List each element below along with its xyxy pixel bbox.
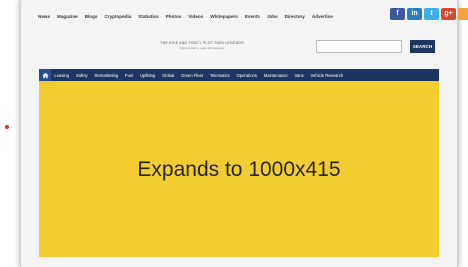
main-nav-item[interactable]: Telematics [207, 73, 234, 78]
facebook-icon[interactable]: f [390, 8, 405, 20]
top-nav-link[interactable]: Blogs [85, 14, 98, 19]
top-nav-link[interactable]: Directory [285, 14, 305, 19]
ad-banner-text: Expands to 1000x415 [137, 158, 341, 181]
main-nav-item[interactable]: Vans [291, 73, 307, 78]
top-nav-link[interactable]: Magazine [57, 14, 78, 19]
top-nav-link[interactable]: Advertise [312, 14, 333, 19]
main-nav-item[interactable]: Vehicle Research [307, 73, 346, 78]
top-nav-link[interactable]: News [38, 14, 50, 19]
linkedin-icon[interactable]: in [407, 8, 422, 20]
main-nav-item[interactable]: Maintenance [260, 73, 291, 78]
main-nav-item[interactable]: Green Fleet [178, 73, 207, 78]
search-button[interactable]: SEARCH [410, 40, 435, 53]
top-nav: News Magazine Blogs Cryptopedia Statisti… [38, 9, 333, 23]
top-nav-link[interactable]: Statistics [138, 14, 158, 19]
main-nav: Leasing Safety Remarketing Fuel Upfittin… [39, 69, 439, 81]
ad-banner[interactable]: Expands to 1000x415 [39, 81, 439, 257]
top-nav-link[interactable]: Photos [166, 14, 182, 19]
site-tagline: THE EVIE AND TRACY PLOT TWIN LEGENDS cry… [152, 41, 252, 50]
main-nav-item[interactable]: Fuel [122, 73, 137, 78]
main-nav-item[interactable]: Leasing [51, 73, 72, 78]
bullet-marker [5, 125, 9, 129]
top-nav-link[interactable]: Events [245, 14, 260, 19]
main-nav-item[interactable]: Safety [72, 73, 91, 78]
search-input[interactable] [316, 40, 402, 53]
main-nav-item[interactable]: Global [159, 73, 178, 78]
twitter-icon[interactable]: t [424, 8, 439, 20]
tagline-text: THE EVIE AND TRACY PLOT TWIN LEGENDS [160, 41, 244, 45]
top-nav-link[interactable]: Videos [188, 14, 203, 19]
social-icons: f in t g+ [390, 8, 468, 20]
rss-icon[interactable] [458, 8, 468, 20]
home-icon[interactable] [39, 69, 51, 81]
google-plus-icon[interactable]: g+ [441, 8, 456, 20]
main-nav-item[interactable]: Operations [233, 73, 260, 78]
main-nav-item[interactable]: Remarketing [91, 73, 122, 78]
tagline-subtext: cryptocurrency news and analysis [179, 46, 225, 50]
top-nav-link[interactable]: Jobs [267, 14, 278, 19]
top-nav-link[interactable]: Whitepapers [210, 14, 238, 19]
top-nav-link[interactable]: Cryptopedia [104, 14, 131, 19]
main-nav-item[interactable]: Upfitting [137, 73, 159, 78]
